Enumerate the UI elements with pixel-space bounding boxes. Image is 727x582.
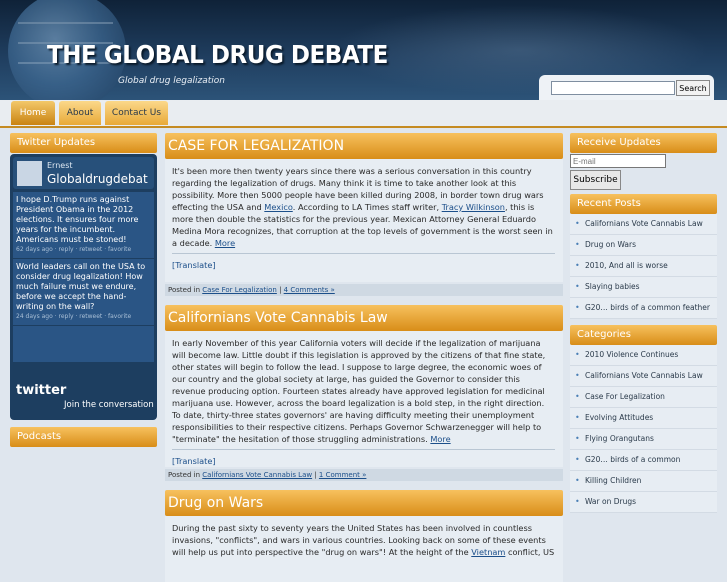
categories-list: 2010 Violence Continues Californians Vot… — [570, 345, 717, 513]
right-sidebar: Receive Updates Subscribe Recent Posts C… — [570, 133, 717, 513]
left-sidebar: Twitter Updates — [10, 133, 157, 153]
tweet: I hope D.Trump runs against President Ob… — [13, 192, 154, 259]
post-text: It's been more then twenty years since t… — [172, 166, 553, 248]
subscribe-button[interactable]: Subscribe — [570, 170, 621, 190]
twitter-updates-heading: Twitter Updates — [10, 133, 157, 153]
tracy-wilkinson-link[interactable]: Tracy Wilkinson — [442, 202, 505, 212]
recent-post-item[interactable]: Drug on Wars — [570, 235, 717, 256]
tweet-text: I hope D.Trump runs against President Ob… — [16, 195, 139, 244]
post-meta: Posted in Californians Vote Cannabis Law… — [165, 469, 563, 481]
category-item[interactable]: Flying Orangutans — [570, 429, 717, 450]
receive-updates-heading: Receive Updates — [570, 133, 717, 153]
post-title[interactable]: Drug on Wars — [165, 490, 563, 516]
main-content: CASE FOR LEGALIZATION It's been more the… — [165, 133, 563, 582]
twitter-widget: Ernest Globaldrugdebat I hope D.Trump ru… — [10, 154, 157, 420]
post-meta: Posted in Case For Legalization | 4 Comm… — [165, 284, 563, 296]
post-body: It's been more then twenty years since t… — [165, 159, 563, 282]
tweet: World leaders call on the USA to conside… — [13, 259, 154, 326]
recent-post-item[interactable]: Californians Vote Cannabis Law — [570, 214, 717, 235]
nav-tab-home[interactable]: Home — [11, 101, 55, 125]
recent-post-item[interactable]: 2010, And all is worse — [570, 256, 717, 277]
tweet-meta[interactable]: 24 days ago · reply · retweet · favorite — [16, 312, 151, 322]
categories-heading: Categories — [570, 325, 717, 345]
category-item[interactable]: War on Drugs — [570, 492, 717, 513]
translate-link[interactable]: [Translate] — [172, 449, 555, 467]
tweet-text: World leaders call on the USA to conside… — [16, 262, 146, 311]
post-text: In early November of this year Californi… — [172, 338, 546, 444]
nav-tab-about[interactable]: About — [59, 101, 101, 125]
translate-link[interactable]: [Translate] — [172, 253, 555, 271]
post-body: In early November of this year Californi… — [165, 331, 563, 467]
recent-posts-list: Californians Vote Cannabis Law Drug on W… — [570, 214, 717, 319]
post-body: During the past sixty to seventy years t… — [165, 516, 563, 582]
category-item[interactable]: Evolving Attitudes — [570, 408, 717, 429]
mexico-link[interactable]: Mexico — [264, 202, 292, 212]
main-nav: Home About Contact Us — [0, 100, 727, 128]
podcasts-heading: Podcasts — [10, 427, 157, 447]
post-title[interactable]: Californians Vote Cannabis Law — [165, 305, 563, 331]
comments-link[interactable]: 4 Comments » — [284, 286, 335, 294]
category-item[interactable]: Killing Children — [570, 471, 717, 492]
site-tagline: Global drug legalization — [118, 76, 226, 86]
site-title[interactable]: THE GLOBAL DRUG DEBATE — [47, 40, 388, 69]
category-link[interactable]: Californians Vote Cannabis Law — [202, 471, 312, 479]
search-area: Search — [539, 75, 714, 100]
tweet-list[interactable]: I hope D.Trump runs against President Ob… — [13, 192, 154, 362]
recent-posts-heading: Recent Posts — [570, 194, 717, 214]
vietnam-link[interactable]: Vietnam — [471, 547, 505, 557]
search-button[interactable]: Search — [676, 80, 710, 96]
category-link[interactable]: Case For Legalization — [202, 286, 277, 294]
category-item[interactable]: G20… birds of a common — [570, 450, 717, 471]
join-conversation-link[interactable]: Join the conversation — [64, 400, 154, 410]
twitter-profile: Ernest Globaldrugdebat — [13, 157, 154, 189]
category-item[interactable]: Californians Vote Cannabis Law — [570, 366, 717, 387]
twitter-handle[interactable]: Globaldrugdebat — [47, 172, 148, 186]
post-text: During the past sixty to seventy years t… — [172, 523, 555, 557]
podcasts-section: Podcasts — [10, 427, 157, 447]
recent-post-item[interactable]: Slaying babies — [570, 277, 717, 298]
more-link[interactable]: More — [215, 238, 235, 248]
category-item[interactable]: 2010 Violence Continues — [570, 345, 717, 366]
comments-link[interactable]: 1 Comment » — [319, 471, 366, 479]
tweet-meta[interactable]: 62 days ago · reply · retweet · favorite — [16, 245, 151, 255]
twitter-logo-icon[interactable]: twitter — [16, 383, 66, 398]
more-link[interactable]: More — [430, 434, 450, 444]
category-item[interactable]: Case For Legalization — [570, 387, 717, 408]
twitter-name: Ernest — [47, 161, 73, 170]
avatar[interactable] — [17, 161, 42, 186]
email-input[interactable] — [570, 154, 666, 168]
nav-tab-contact[interactable]: Contact Us — [105, 101, 168, 125]
recent-post-item[interactable]: G20… birds of a common feather — [570, 298, 717, 319]
search-input[interactable] — [551, 81, 675, 95]
site-header: THE GLOBAL DRUG DEBATE Global drug legal… — [0, 0, 727, 100]
post-title[interactable]: CASE FOR LEGALIZATION — [165, 133, 563, 159]
